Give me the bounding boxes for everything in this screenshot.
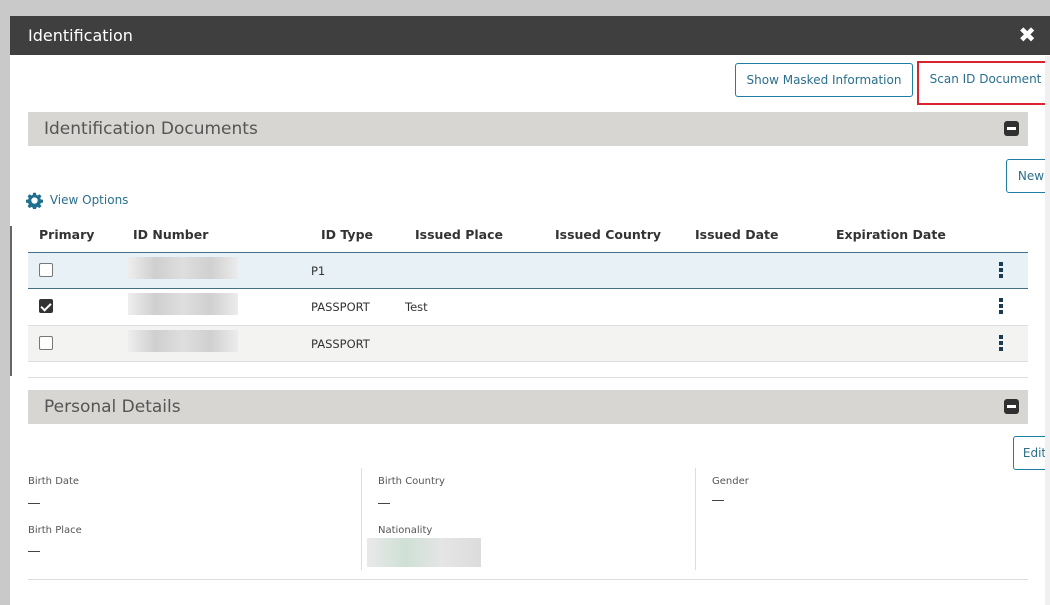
masked-nationality [367, 538, 481, 567]
col-primary[interactable]: Primary [39, 227, 94, 242]
table-left-border [10, 226, 12, 376]
gender-label: Gender [712, 476, 749, 487]
issued-place-cell: Test [405, 300, 428, 314]
kebab-menu-icon[interactable] [999, 298, 1003, 315]
identification-dialog: Identification ✖ Show Masked Information… [10, 16, 1050, 605]
id-type-cell: PASSPORT [311, 337, 370, 351]
id-type-cell: PASSPORT [311, 300, 370, 314]
masked-id-number [128, 330, 238, 352]
primary-checkbox[interactable] [39, 299, 53, 313]
collapse-icon[interactable] [1004, 399, 1019, 414]
column-divider [695, 468, 696, 570]
kebab-menu-icon[interactable] [999, 262, 1003, 279]
gear-icon [26, 192, 43, 209]
scan-id-highlight [917, 61, 1050, 105]
nationality-label: Nationality [378, 525, 433, 536]
new-button[interactable]: New [1006, 159, 1050, 193]
birth-place-label: Birth Place [28, 525, 82, 536]
show-masked-information-button[interactable]: Show Masked Information [735, 63, 913, 97]
section-bottom-divider [28, 579, 1028, 580]
masked-id-number [128, 293, 238, 315]
personal-details-header[interactable]: Personal Details [28, 390, 1028, 424]
identification-documents-header[interactable]: Identification Documents [28, 112, 1028, 146]
dialog-titlebar: Identification ✖ [10, 16, 1050, 55]
table-divider [28, 377, 1028, 378]
masked-id-number [128, 257, 238, 279]
gender-value [712, 500, 724, 501]
col-expiration-date[interactable]: Expiration Date [836, 227, 946, 242]
kebab-menu-icon[interactable] [999, 335, 1003, 352]
col-id-type[interactable]: ID Type [321, 227, 373, 242]
birth-place-value [28, 551, 40, 552]
section-title: Identification Documents [44, 119, 258, 139]
col-issued-date[interactable]: Issued Date [695, 227, 778, 242]
table-row[interactable]: PASSPORT [28, 325, 1028, 362]
dialog-title: Identification [28, 26, 133, 45]
col-id-number[interactable]: ID Number [133, 227, 208, 242]
table-row[interactable]: PASSPORT Test [28, 289, 1028, 324]
scrollbar[interactable] [1045, 56, 1050, 605]
col-issued-place[interactable]: Issued Place [415, 227, 503, 242]
table-row[interactable]: P1 [28, 252, 1028, 289]
birth-date-label: Birth Date [28, 476, 80, 487]
id-type-cell: P1 [311, 264, 326, 278]
view-options-link[interactable]: View Options [26, 192, 128, 209]
primary-checkbox[interactable] [39, 263, 53, 277]
view-options-label: View Options [49, 193, 129, 207]
primary-checkbox[interactable] [39, 336, 53, 350]
birth-country-value [378, 503, 390, 504]
birth-date-value [28, 503, 40, 504]
col-issued-country[interactable]: Issued Country [555, 227, 661, 242]
close-icon[interactable]: ✖ [1018, 23, 1036, 47]
birth-country-label: Birth Country [378, 476, 445, 487]
collapse-icon[interactable] [1004, 121, 1019, 136]
section-title: Personal Details [44, 397, 181, 417]
column-divider [361, 468, 362, 570]
